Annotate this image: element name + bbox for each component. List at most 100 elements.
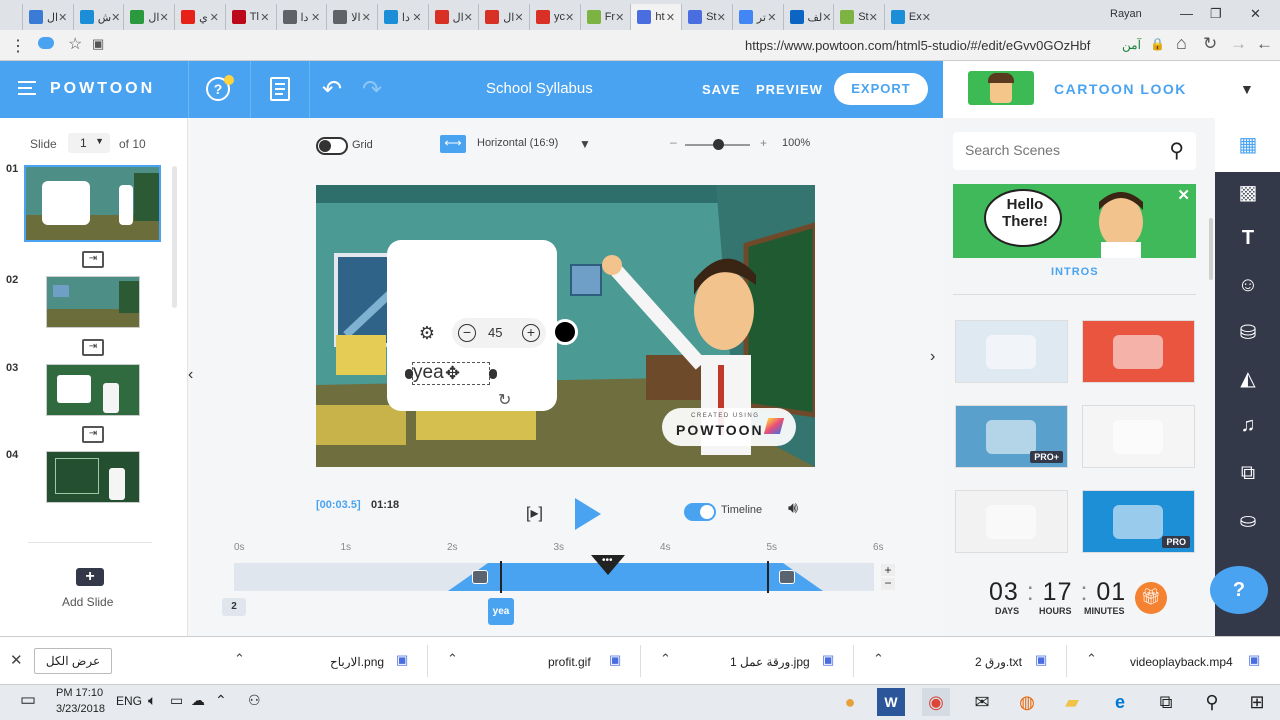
add-slide-icon[interactable]: +	[76, 568, 104, 586]
volume-tray-icon[interactable]: 🔈︎	[148, 692, 156, 709]
search-icon[interactable]: ⚲	[1198, 688, 1226, 716]
close-tab-icon[interactable]: ✕	[717, 11, 726, 24]
forward-icon[interactable]: →	[1230, 34, 1247, 54]
search-input[interactable]	[965, 142, 1155, 158]
font-size-value[interactable]: 45	[488, 325, 502, 340]
download-item[interactable]: ورق 2.txt	[975, 655, 1022, 669]
characters-icon[interactable]: ☺	[1233, 270, 1263, 300]
chevron-right-icon[interactable]: ›	[930, 348, 935, 366]
language-indicator[interactable]: ENG	[116, 694, 142, 708]
scene-thumbnail[interactable]: PRO+	[955, 405, 1068, 468]
scenes-layout-icon[interactable]: ▦	[1233, 130, 1263, 160]
browser-tab[interactable]: ي ✕	[174, 4, 225, 30]
layer-tag[interactable]: yea	[488, 598, 514, 625]
back-icon[interactable]: ←	[1256, 34, 1273, 54]
play-icon[interactable]	[575, 498, 601, 530]
windows-start-icon[interactable]: ⊞	[1243, 688, 1271, 716]
chevron-down-icon[interactable]: ▼	[1240, 81, 1254, 97]
scene-thumbnail[interactable]	[1082, 320, 1195, 383]
browser-tab[interactable]: دا ✕	[275, 4, 327, 30]
close-tab-icon[interactable]: ✕	[615, 11, 624, 24]
props-icon[interactable]: ⛁	[1233, 318, 1263, 348]
exit-handle[interactable]	[779, 570, 795, 584]
home-icon[interactable]: ⌂	[1176, 33, 1187, 54]
chevron-down-icon[interactable]: ▼	[579, 137, 591, 151]
chrome-icon[interactable]: ◉	[922, 688, 950, 716]
help-chat-button[interactable]: ?	[1210, 566, 1268, 614]
browser-tab[interactable]: ش ✕	[72, 4, 124, 30]
browser-tab[interactable]: ال ✕	[478, 4, 529, 30]
close-tab-icon[interactable]: ✕	[767, 11, 776, 24]
reload-icon[interactable]: ↻	[1203, 34, 1217, 54]
timeline-zoom-in[interactable]: +	[881, 564, 895, 576]
clock-date[interactable]: 3/23/2018	[56, 703, 105, 715]
scrollbar[interactable]	[172, 166, 177, 308]
download-menu-chevron-icon[interactable]: ⌃	[873, 651, 884, 667]
style-selector[interactable]: CARTOON LOOK ▼	[943, 61, 1280, 118]
download-item[interactable]: videoplayback.mp4	[1130, 655, 1233, 669]
bookmark-star-icon[interactable]: ☆	[68, 34, 82, 54]
preview-button[interactable]: PREVIEW	[756, 82, 823, 97]
close-icon[interactable]: ✕	[1177, 186, 1190, 204]
gift-icon[interactable]: 🎁︎	[1135, 582, 1167, 614]
powtoon-logo[interactable]: POWTOON	[50, 80, 155, 98]
mail-icon[interactable]: ✉	[968, 688, 996, 716]
close-tab-icon[interactable]: ✕	[210, 11, 219, 24]
download-menu-chevron-icon[interactable]: ⌃	[234, 651, 245, 667]
scene-thumbnail[interactable]	[955, 490, 1068, 553]
show-all-button[interactable]: عرض الكل	[34, 648, 112, 674]
maximize-icon[interactable]: ❐	[1210, 6, 1222, 22]
close-tab-icon[interactable]: ✕	[464, 11, 473, 24]
timeline-toggle[interactable]	[684, 503, 716, 521]
volume-icon[interactable]: 🔊︎	[788, 500, 798, 518]
close-window-icon[interactable]: ✕	[1250, 6, 1261, 22]
timeline-zoom-out[interactable]: −	[881, 577, 895, 590]
close-tab-icon[interactable]: ✕	[514, 11, 523, 24]
app-icon[interactable]: ●	[836, 688, 864, 716]
profile-name[interactable]: Rayan	[1110, 8, 1142, 20]
close-tab-icon[interactable]: ✕	[311, 11, 320, 24]
minimize-icon[interactable]: —	[1180, 6, 1193, 21]
download-item[interactable]: profit.gif	[548, 655, 591, 669]
text-color-swatch[interactable]	[552, 319, 578, 345]
text-tool-icon[interactable]: T	[1233, 223, 1263, 253]
menu-dots-icon[interactable]: ⋮	[10, 36, 26, 56]
orientation-icon[interactable]: ⟷	[440, 135, 466, 153]
play-segment-icon[interactable]: [▸]	[526, 503, 543, 523]
scene-thumbnail[interactable]: PRO	[1082, 490, 1195, 553]
redo-icon[interactable]: ↷	[362, 75, 382, 104]
add-slide-button[interactable]: Add Slide	[62, 595, 113, 609]
minus-circle-icon[interactable]: −	[458, 324, 476, 342]
browser-tab[interactable]: St ✕	[833, 4, 884, 30]
browser-tab[interactable]: دا ✕	[376, 4, 428, 30]
edge-icon[interactable]: e	[1106, 688, 1134, 716]
close-tab-icon[interactable]: ✕	[822, 11, 831, 24]
download-menu-chevron-icon[interactable]: ⌃	[1086, 651, 1097, 667]
slide-thumbnail-1[interactable]	[24, 165, 161, 242]
browser-tab[interactable]: تر ✕	[731, 4, 783, 30]
undo-icon[interactable]: ↶	[322, 75, 342, 104]
zoom-out-icon[interactable]: –	[670, 135, 677, 149]
text-selection-box[interactable]: yea ✥	[412, 362, 490, 385]
project-title[interactable]: School Syllabus	[486, 80, 593, 97]
transition-icon[interactable]: ⇥	[82, 426, 104, 443]
browser-tab[interactable]: ht ✕	[630, 4, 682, 30]
download-item[interactable]: ورقة عمل 1.jpg	[730, 655, 810, 669]
orientation-select[interactable]: Horizontal (16:9)	[477, 137, 558, 149]
search-icon[interactable]: ⚲	[1169, 138, 1184, 163]
music-icon[interactable]: ♫	[1233, 410, 1263, 440]
firefox-icon[interactable]: ◍	[1013, 688, 1041, 716]
chevron-left-icon[interactable]: ‹	[188, 366, 193, 384]
download-item[interactable]: الارباح.png	[330, 655, 384, 669]
browser-tab[interactable]: الا ✕	[326, 4, 377, 30]
resize-handle-left[interactable]	[405, 369, 413, 379]
background-pattern-icon[interactable]: ▩	[1233, 178, 1263, 208]
shapes-icon[interactable]: ◭	[1233, 364, 1263, 394]
slide-marker[interactable]: 2	[222, 598, 246, 616]
close-tab-icon[interactable]: ✕	[412, 11, 421, 24]
close-tab-icon[interactable]: ✕	[869, 11, 878, 24]
notes-icon[interactable]	[270, 77, 290, 101]
browser-tab[interactable]: ال ✕	[427, 4, 479, 30]
style-label[interactable]: CARTOON LOOK	[1054, 81, 1187, 97]
close-tab-icon[interactable]: ✕	[565, 11, 574, 24]
